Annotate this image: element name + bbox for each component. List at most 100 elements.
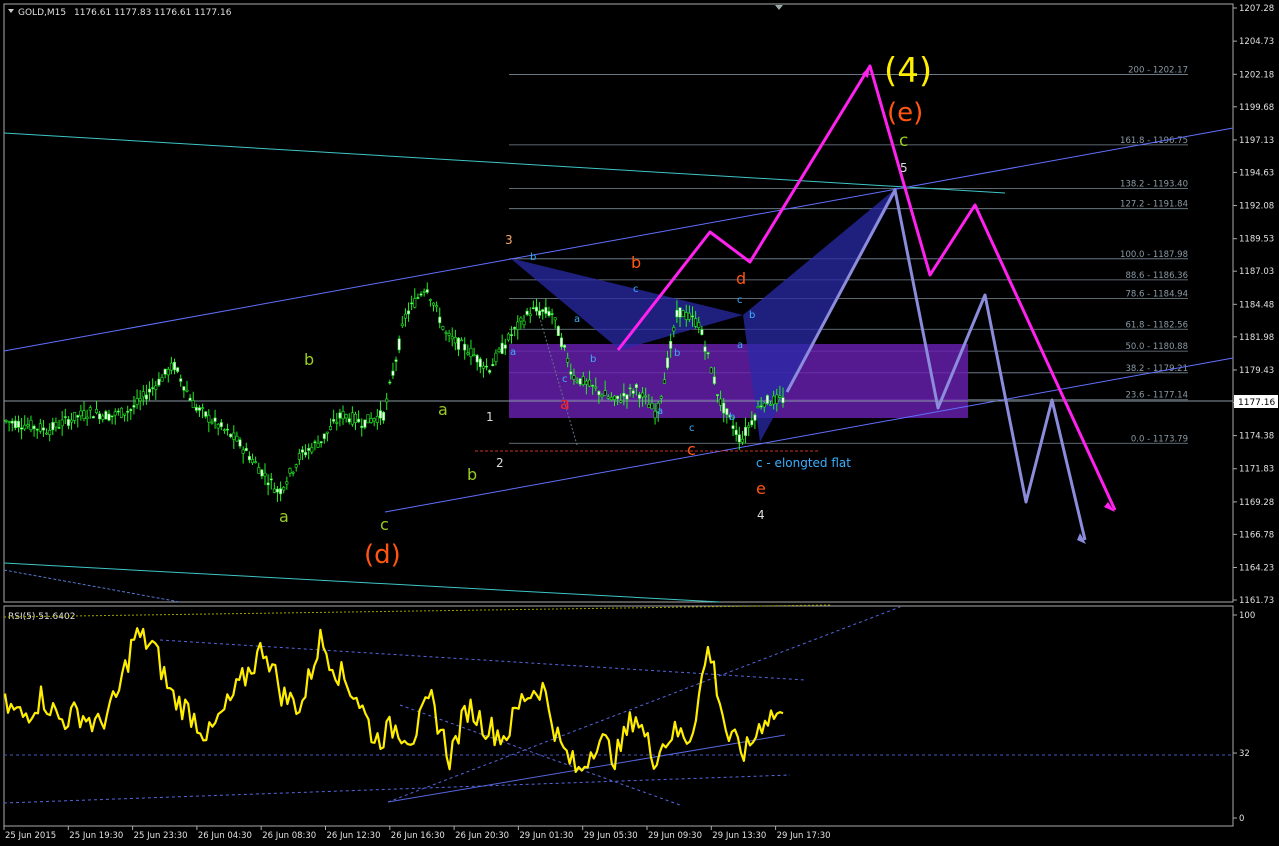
candle-body xyxy=(219,422,223,427)
candle-body xyxy=(669,340,673,349)
candle-body xyxy=(650,402,654,410)
candle-body xyxy=(584,380,588,385)
candle-body xyxy=(622,392,626,397)
candle-body xyxy=(70,419,74,423)
candle-body xyxy=(506,333,510,341)
dropdown-triangle-icon[interactable] xyxy=(8,9,14,13)
candle-body xyxy=(463,343,467,351)
candle-body xyxy=(450,336,454,340)
wave-4-small-label: 4 xyxy=(757,508,765,522)
candle-body xyxy=(94,408,98,414)
candle-body xyxy=(54,421,58,428)
wave-5-label: 5 xyxy=(900,161,908,175)
red-b-label: b xyxy=(631,253,641,272)
candle-body xyxy=(456,337,460,350)
candle-body xyxy=(534,306,538,312)
candle-body xyxy=(528,313,532,317)
candle-body xyxy=(719,398,723,406)
price-tick-label: 1194.63 xyxy=(1239,168,1274,178)
candle-body xyxy=(288,468,292,474)
candle-body xyxy=(441,326,445,330)
candle-body xyxy=(706,352,710,355)
candle-body xyxy=(166,369,170,376)
candle-body xyxy=(154,385,158,390)
rsi-line xyxy=(3,627,784,774)
candle-body xyxy=(478,358,482,368)
candle-body xyxy=(176,367,180,372)
candle-body xyxy=(357,418,361,423)
candle-body xyxy=(666,357,670,368)
candle-body xyxy=(57,427,61,429)
candle-body xyxy=(744,427,748,436)
candle-body xyxy=(400,323,404,327)
green-b2-label: b xyxy=(467,465,477,484)
candle-body xyxy=(391,370,395,376)
candle-body xyxy=(634,384,638,389)
price-tick-label: 1207.28 xyxy=(1239,4,1274,14)
candle-body xyxy=(488,370,492,373)
candle-body xyxy=(269,478,273,481)
candle-body xyxy=(538,310,542,316)
red-d-label: d xyxy=(736,269,746,288)
candle-body xyxy=(378,410,382,419)
candle-body xyxy=(360,425,364,428)
candle-body xyxy=(13,420,17,429)
candle-body xyxy=(341,411,345,420)
candle-body xyxy=(594,386,598,389)
rsi-label: RSI(5) 51.6402 xyxy=(8,612,75,622)
candle-body xyxy=(778,395,782,398)
candle-body xyxy=(575,380,579,383)
candle-body xyxy=(41,427,45,431)
candle-body xyxy=(372,418,376,422)
red-e-label: e xyxy=(756,479,766,498)
candle-body xyxy=(216,424,220,429)
rsi-support-line xyxy=(387,734,786,803)
candle-body xyxy=(322,433,326,439)
shift-marker-icon[interactable] xyxy=(775,5,783,10)
candle-body xyxy=(750,420,754,426)
blue-b4-label: b xyxy=(749,310,755,321)
candle-body xyxy=(416,297,420,299)
time-tick-label: 26 Jun 12:30 xyxy=(327,831,381,841)
red-c-label: c xyxy=(687,440,696,459)
green-b-label: b xyxy=(304,350,314,369)
time-tick-label: 26 Jun 20:30 xyxy=(455,831,509,841)
candle-body xyxy=(709,367,713,374)
candle-body xyxy=(88,407,92,411)
time-tick-label: 25 Jun 19:30 xyxy=(69,831,123,841)
candle-body xyxy=(394,359,398,362)
wave-d-label: (d) xyxy=(364,540,401,570)
candle-body xyxy=(603,390,607,396)
candle-body xyxy=(232,432,236,440)
fibo-label: 127.2 - 1191.84 xyxy=(1120,200,1188,210)
candle-body xyxy=(659,396,663,399)
candle-body xyxy=(678,307,682,318)
candle-body xyxy=(759,405,763,408)
candle-body xyxy=(45,432,49,435)
candle-body xyxy=(637,394,641,399)
candle-body xyxy=(569,371,573,375)
candle-body xyxy=(344,414,348,419)
candle-body xyxy=(625,394,629,400)
candle-body xyxy=(207,414,211,423)
price-tick-label: 1197.13 xyxy=(1239,136,1274,146)
candle-body xyxy=(148,388,152,393)
candle-body xyxy=(444,331,448,334)
candle-body xyxy=(191,400,195,408)
blue-c3-label: c xyxy=(737,295,743,306)
fibo-label: 161.8 - 1196.75 xyxy=(1120,136,1188,146)
candle-body xyxy=(769,404,773,406)
rsi-panel: RSI(5) 51.6402 100 32 0 xyxy=(3,604,1255,824)
candle-body xyxy=(413,298,417,308)
symbol-timeframe: GOLD,M15 xyxy=(18,8,66,18)
candle-body xyxy=(691,315,695,318)
candle-body xyxy=(229,433,233,438)
candle-body xyxy=(32,425,36,429)
candle-body xyxy=(4,420,8,422)
wave-e-label: (e) xyxy=(887,98,923,128)
candle-body xyxy=(260,469,264,477)
candle-body xyxy=(684,312,688,320)
candle-body xyxy=(541,309,545,312)
candle-body xyxy=(66,419,70,426)
current-price-value: 1177.16 xyxy=(1238,398,1275,408)
